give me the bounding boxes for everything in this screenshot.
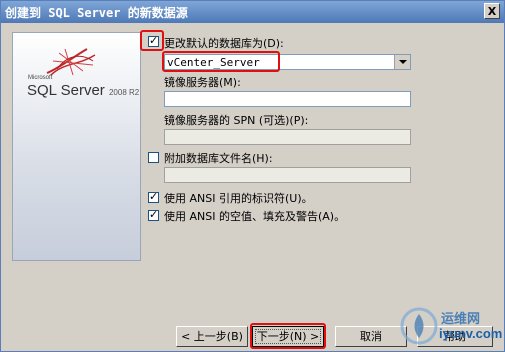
mirror-spn-label: 镜像服务器的 SPN (可选)(P): bbox=[164, 114, 309, 127]
cancel-button[interactable]: 取消 bbox=[335, 326, 407, 347]
dialog-window: 创建到 SQL Server 的新数据源 X Microsoft SQL Ser… bbox=[0, 0, 505, 352]
microsoft-label: Microsoft bbox=[28, 75, 53, 81]
database-combobox[interactable]: vCenter_Server bbox=[164, 54, 411, 70]
mirror-server-label: 镜像服务器(M): bbox=[164, 76, 241, 89]
ansi-nulls-label: 使用 ANSI 的空值、填充及警告(A)。 bbox=[164, 210, 346, 223]
attach-db-file-checkbox[interactable] bbox=[148, 152, 159, 163]
logo-panel: Microsoft SQL Server 2008 R2 bbox=[12, 32, 141, 261]
watermark-logo-icon bbox=[400, 307, 438, 345]
back-button[interactable]: < 上一步(B) bbox=[176, 326, 248, 347]
database-value: vCenter_Server bbox=[167, 56, 260, 69]
watermark-line2: iyunv.com bbox=[439, 326, 503, 341]
mirror-server-input[interactable] bbox=[164, 91, 411, 107]
window-title: 创建到 SQL Server 的新数据源 bbox=[5, 6, 188, 20]
attach-db-file-input[interactable] bbox=[164, 167, 411, 183]
change-default-db-label: 更改默认的数据库为(D): bbox=[164, 37, 284, 50]
mirror-spn-input[interactable] bbox=[164, 129, 411, 145]
watermark-line1: 运维网 bbox=[441, 312, 481, 327]
change-default-db-checkbox[interactable] bbox=[148, 34, 159, 47]
product-name: SQL Server bbox=[27, 82, 105, 99]
product-version: 2008 R2 bbox=[108, 88, 140, 97]
product-label: SQL Server 2008 R2 bbox=[27, 82, 139, 99]
chevron-down-icon[interactable] bbox=[394, 55, 410, 69]
title-bar[interactable]: 创建到 SQL Server 的新数据源 X bbox=[1, 1, 504, 23]
ansi-quoted-checkbox[interactable] bbox=[148, 190, 159, 203]
ansi-nulls-checkbox[interactable] bbox=[148, 208, 159, 221]
watermark: 运维网 iyunv.com bbox=[399, 300, 503, 350]
ansi-quoted-label: 使用 ANSI 引用的标识符(U)。 bbox=[164, 192, 313, 205]
next-button[interactable]: 下一步(N) > bbox=[252, 326, 324, 347]
sql-server-logo-icon bbox=[46, 48, 96, 76]
attach-db-file-label: 附加数据库文件名(H): bbox=[164, 152, 273, 165]
close-button[interactable]: X bbox=[484, 3, 500, 19]
